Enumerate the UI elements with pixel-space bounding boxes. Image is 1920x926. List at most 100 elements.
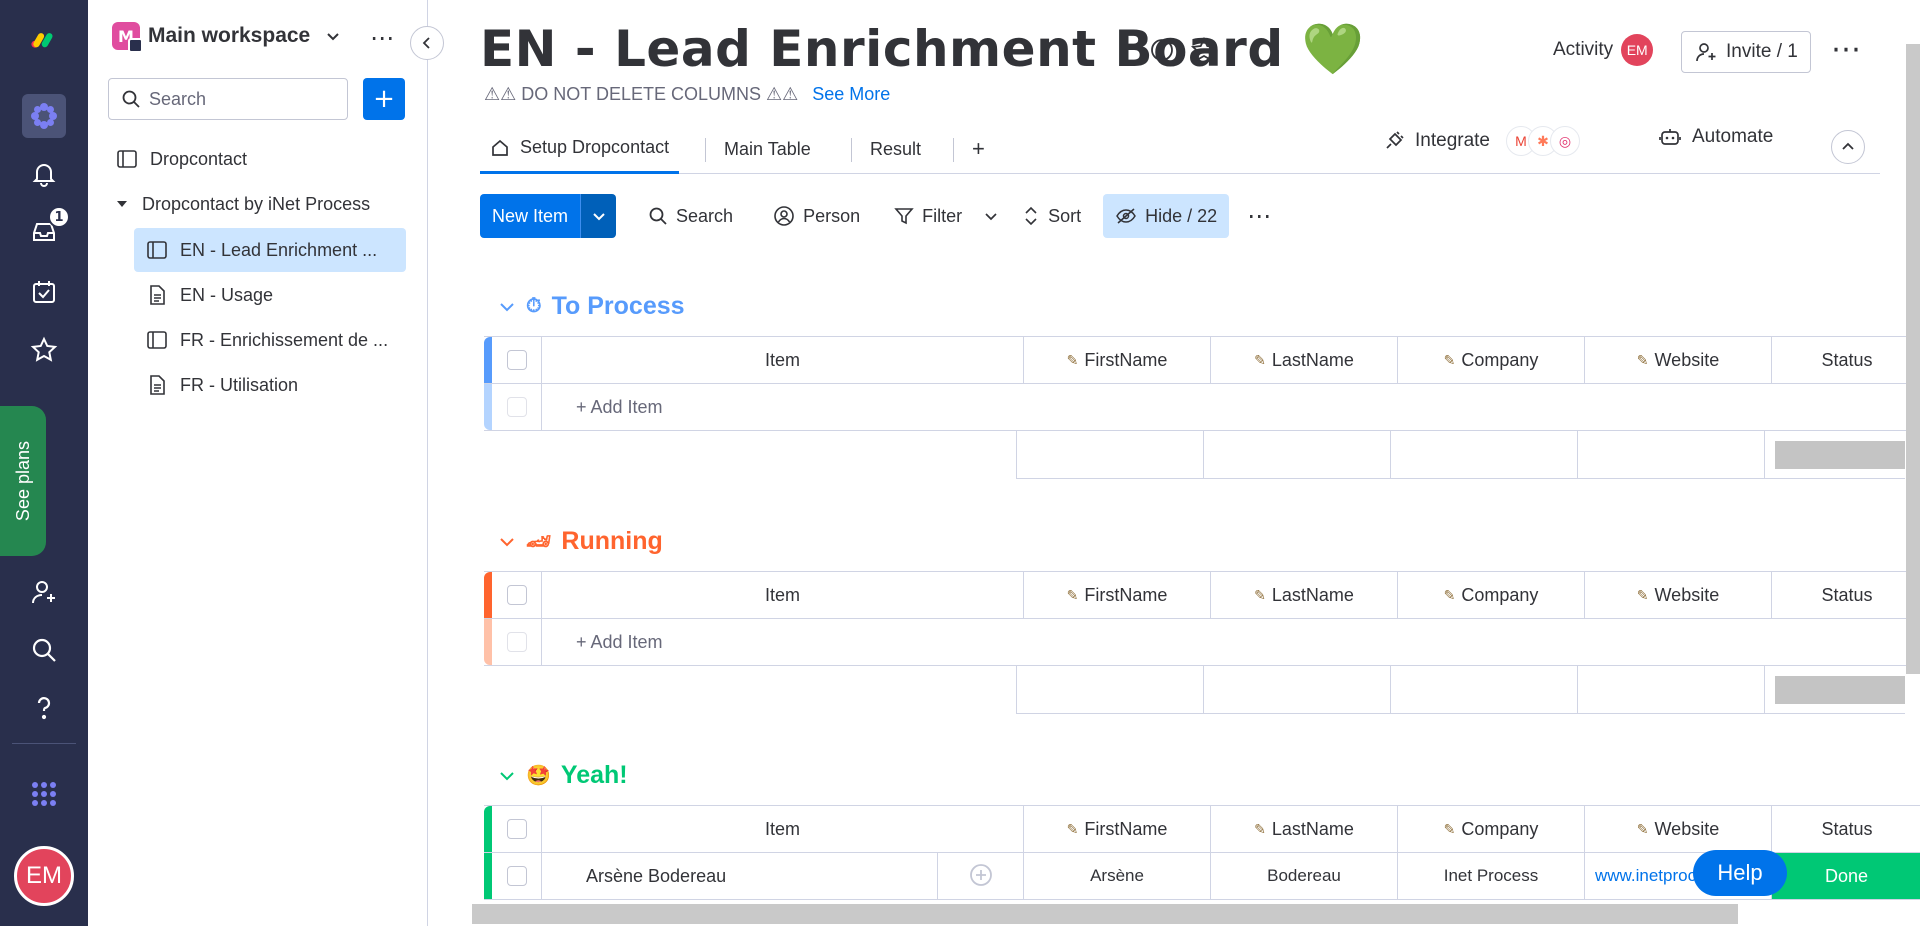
vertical-scrollbar[interactable] xyxy=(1906,44,1920,674)
group-title: Running xyxy=(561,527,663,555)
column-header-website[interactable]: ✎ Website xyxy=(1585,806,1772,852)
column-header-status[interactable]: Status xyxy=(1772,806,1920,852)
sidebar-item-fr-utilisation[interactable]: FR - Utilisation xyxy=(146,363,406,407)
column-header-status[interactable]: Status xyxy=(1772,337,1920,383)
workspace-selector[interactable]: M Main workspace xyxy=(112,22,342,53)
chevron-down-icon[interactable] xyxy=(498,767,516,785)
column-header-firstname[interactable]: ✎ FirstName xyxy=(1024,572,1211,618)
invite-button[interactable]: Invite / 1 xyxy=(1681,31,1811,73)
bell-icon[interactable] xyxy=(22,152,66,196)
collapse-sidebar-button[interactable] xyxy=(410,26,444,60)
automate-button[interactable]: Automate xyxy=(1658,126,1773,148)
search-icon[interactable] xyxy=(22,628,66,672)
add-view-button[interactable]: + xyxy=(962,124,995,174)
select-all-checkbox[interactable] xyxy=(492,572,542,618)
table-header-row: Item ✎ FirstName ✎ LastName ✎ Company ✎ Webs… xyxy=(484,571,1920,619)
column-header-website[interactable]: ✎ Website xyxy=(1585,337,1772,383)
column-header-item[interactable]: Item xyxy=(542,806,1024,852)
tab-result[interactable]: Result xyxy=(860,124,931,174)
status-summary-bar[interactable] xyxy=(1765,431,1905,478)
column-header-firstname[interactable]: ✎ FirstName xyxy=(1024,806,1211,852)
add-item-row: + Add Item xyxy=(484,383,1920,431)
board-more-icon[interactable]: ⋯ xyxy=(1831,32,1862,67)
tab-main-table[interactable]: Main Table xyxy=(714,124,821,174)
my-work-icon[interactable] xyxy=(22,270,66,314)
chevron-down-icon xyxy=(592,213,605,221)
table-header-row: Item ✎ FirstName ✎ LastName ✎ Company ✎ Webs… xyxy=(484,805,1920,853)
column-header-website[interactable]: ✎ Website xyxy=(1585,572,1772,618)
filter-button[interactable]: Filter xyxy=(882,194,1010,238)
column-header-lastname[interactable]: ✎ LastName xyxy=(1211,806,1398,852)
help-question-icon[interactable] xyxy=(22,686,66,730)
select-all-checkbox[interactable] xyxy=(492,337,542,383)
column-header-status[interactable]: Status xyxy=(1772,572,1920,618)
magic-wand-icon: ✎ xyxy=(1254,820,1266,837)
select-all-checkbox[interactable] xyxy=(492,806,542,852)
column-header-company[interactable]: ✎ Company xyxy=(1398,337,1585,383)
magic-wand-icon: ✎ xyxy=(1066,820,1079,837)
toolbar-more-icon[interactable]: ⋯ xyxy=(1235,194,1283,238)
activity-button[interactable]: Activity EM xyxy=(1553,34,1654,66)
board-title[interactable]: EN - Lead Enrichment Board 💚 xyxy=(480,20,1364,79)
new-item-dropdown[interactable] xyxy=(580,194,617,238)
person-filter-button[interactable]: Person xyxy=(761,194,872,238)
new-item-button[interactable]: New Item xyxy=(480,194,617,238)
chevron-down-icon[interactable] xyxy=(498,298,516,316)
collapse-header-button[interactable] xyxy=(1831,130,1865,164)
monday-logo-icon[interactable] xyxy=(22,18,66,62)
sidebar-folder-dropcontact-inet[interactable]: Dropcontact by iNet Process xyxy=(114,182,414,226)
search-button[interactable]: Search xyxy=(636,194,745,238)
status-summary-bar[interactable] xyxy=(1765,666,1905,713)
lastname-cell[interactable]: Bodereau xyxy=(1211,853,1398,899)
user-avatar[interactable]: EM xyxy=(14,846,74,906)
workspace-apps-icon[interactable] xyxy=(22,94,66,138)
invite-members-icon[interactable] xyxy=(22,570,66,614)
sidebar-item-en-usage[interactable]: EN - Usage xyxy=(146,273,406,317)
inbox-icon[interactable]: 1 xyxy=(22,206,70,254)
sidebar-item-en-lead-enrichment[interactable]: EN - Lead Enrichment ... xyxy=(134,228,406,272)
horizontal-scrollbar[interactable] xyxy=(472,904,1738,924)
favorite-star-icon[interactable] xyxy=(1190,36,1218,64)
chevron-down-icon[interactable] xyxy=(984,209,998,223)
sidebar-item-dropcontact[interactable]: Dropcontact xyxy=(116,137,406,181)
sidebar-item-fr-enrichissement[interactable]: FR - Enrichissement de ... xyxy=(146,318,406,362)
column-header-lastname[interactable]: ✎ LastName xyxy=(1211,337,1398,383)
status-cell[interactable]: Done xyxy=(1772,853,1920,899)
column-header-company[interactable]: ✎ Company xyxy=(1398,572,1585,618)
hide-columns-button[interactable]: Hide / 22 xyxy=(1103,194,1230,238)
column-header-item[interactable]: Item xyxy=(542,572,1024,618)
item-name-cell[interactable]: Arsène Bodereau xyxy=(542,853,938,899)
workspace-more-icon[interactable]: ⋯ xyxy=(370,24,395,52)
sort-button[interactable]: Sort xyxy=(1010,194,1093,238)
company-cell[interactable]: Inet Process xyxy=(1398,853,1585,899)
info-icon[interactable] xyxy=(1148,36,1176,64)
item-updates-cell[interactable] xyxy=(938,853,1024,899)
sidebar-search[interactable] xyxy=(108,78,348,120)
instagram-icon: ◎ xyxy=(1550,126,1580,156)
see-plans-button[interactable]: See plans xyxy=(0,406,46,556)
add-board-button[interactable]: + xyxy=(363,78,405,120)
help-button[interactable]: Help xyxy=(1693,850,1787,896)
firstname-cell[interactable]: Arsène xyxy=(1024,853,1211,899)
apps-grid-icon[interactable] xyxy=(22,772,66,816)
integrate-button[interactable]: Integrate M ✱ ◎ xyxy=(1383,126,1580,156)
column-header-firstname[interactable]: ✎ FirstName xyxy=(1024,337,1211,383)
row-checkbox[interactable] xyxy=(492,853,542,899)
add-item-input[interactable]: + Add Item xyxy=(542,619,1920,665)
tab-setup-dropcontact[interactable]: Setup Dropcontact xyxy=(480,124,680,174)
see-more-link[interactable]: See More xyxy=(812,84,890,105)
column-header-lastname[interactable]: ✎ LastName xyxy=(1211,572,1398,618)
group-header-running[interactable]: 🏎 Running xyxy=(498,527,663,556)
sidebar-search-input[interactable] xyxy=(149,88,339,110)
group-title: To Process xyxy=(551,292,685,320)
group-header-to-process[interactable]: ⏱ To Process xyxy=(498,292,685,321)
add-item-row: + Add Item xyxy=(484,618,1920,666)
group-header-yeah[interactable]: 🤩 Yeah! xyxy=(498,761,628,790)
chevron-down-icon[interactable] xyxy=(498,533,516,551)
row-checkbox xyxy=(492,619,542,665)
column-header-item[interactable]: Item xyxy=(542,337,1024,383)
column-header-company[interactable]: ✎ Company xyxy=(1398,806,1585,852)
star-icon[interactable] xyxy=(22,328,66,372)
add-item-input[interactable]: + Add Item xyxy=(542,384,1920,430)
search-icon xyxy=(649,207,667,225)
